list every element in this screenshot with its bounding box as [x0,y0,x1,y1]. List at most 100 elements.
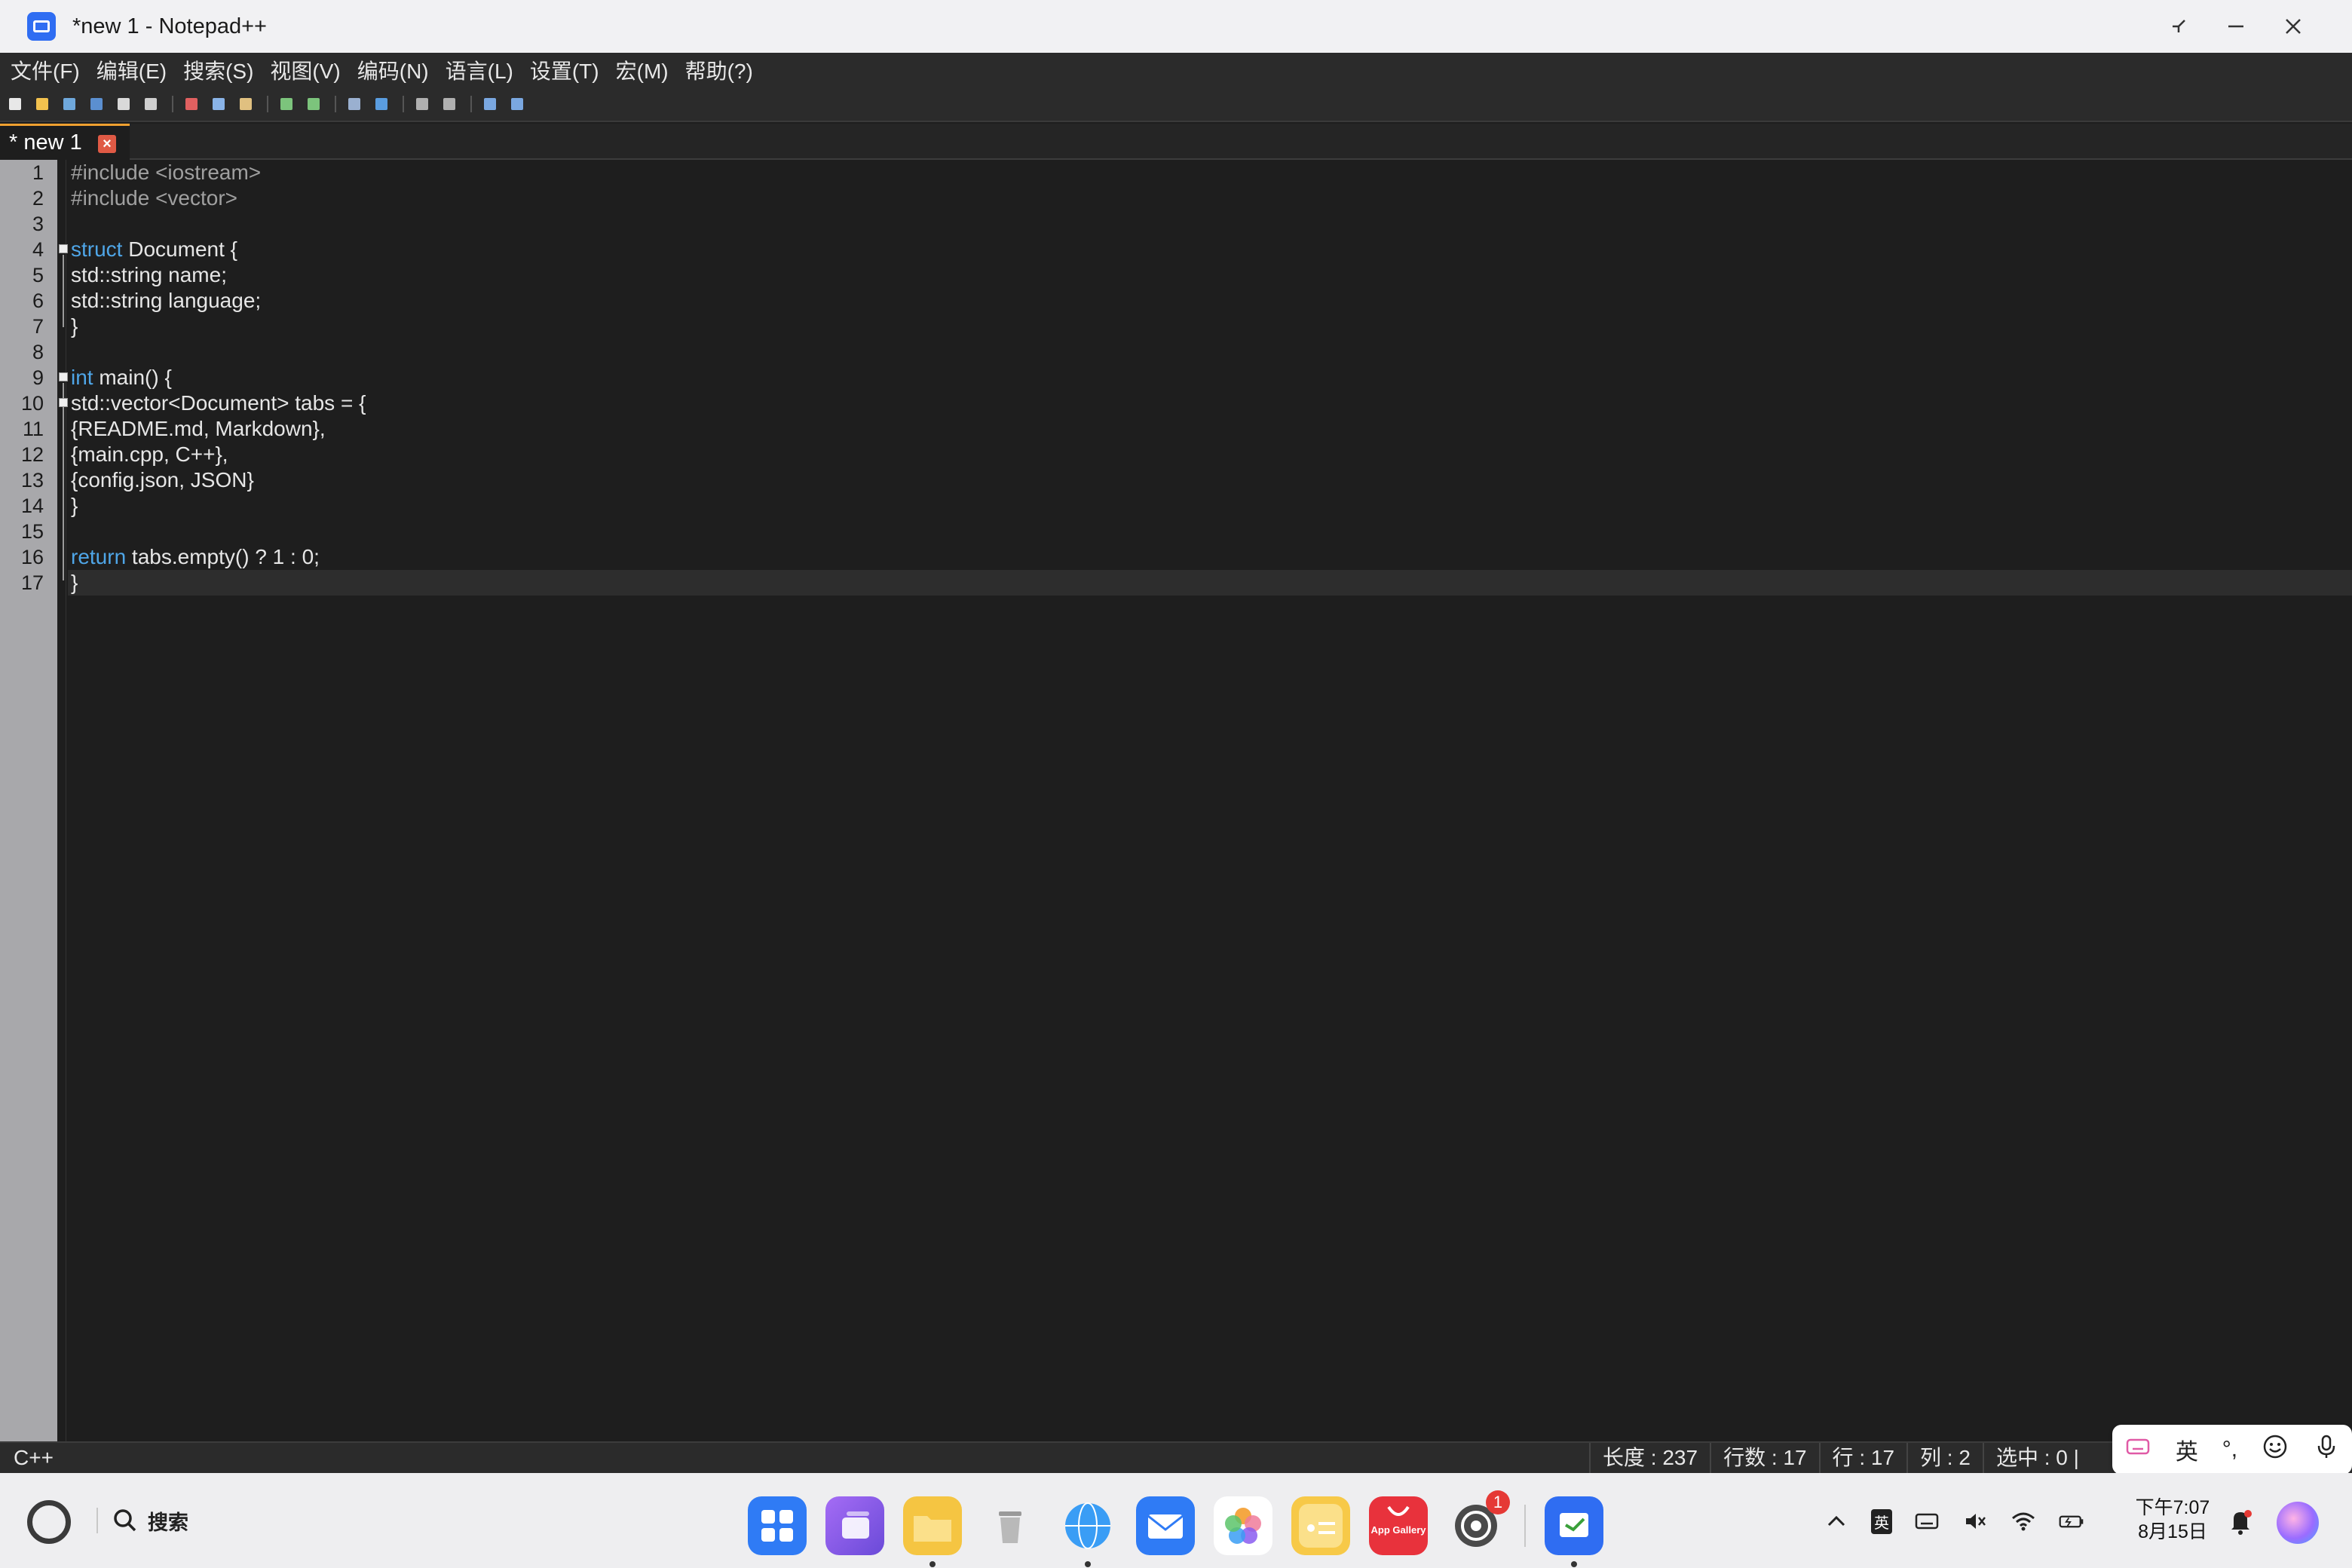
restore-button[interactable] [2150,0,2207,53]
wrap-icon[interactable] [484,98,496,110]
code-line: 2 #include <vector> [0,185,2352,211]
code-editor[interactable]: 1 #include <iostream> 2 #include <vector… [0,160,2352,1441]
code-line: 10 std::vector<Document> tabs = { [0,390,2352,416]
save-icon[interactable] [63,98,75,110]
copy-icon[interactable] [213,98,225,110]
keyboard-icon[interactable] [1913,1508,1940,1535]
fold-toggle[interactable] [59,372,68,381]
menu-settings[interactable]: 设置(T) [530,55,599,85]
notepadpp-app-icon [27,12,56,41]
status-selection: 选中 : 0 | [1982,1443,2091,1473]
show-all-chars-icon[interactable] [511,98,523,110]
save-all-icon[interactable] [90,98,103,110]
start-button[interactable] [27,1500,71,1544]
menu-encoding[interactable]: 编码(N) [357,55,429,85]
menu-file[interactable]: 文件(F) [11,55,80,85]
menu-search[interactable]: 搜索(S) [183,55,253,85]
status-col: 列 : 2 [1906,1443,1983,1473]
app-gallery-icon[interactable]: App Gallery [1369,1496,1428,1555]
menu-macro[interactable]: 宏(M) [616,55,669,85]
redo-icon[interactable] [308,98,320,110]
zoom-in-icon[interactable] [416,98,428,110]
trash-app-icon[interactable] [981,1496,1040,1555]
toolbar-separator [172,96,173,112]
keyword-return: return [71,545,127,568]
app-gallery-label: App Gallery [1370,1524,1426,1536]
status-length: 长度 : 237 [1589,1443,1710,1473]
taskbar: 搜索 App Gallery 1 英 下午7:07 8月15日 [0,1473,2352,1568]
keyboard-icon[interactable] [2124,1433,2151,1466]
tab-new-1[interactable]: * new 1 × [0,124,130,160]
files-app-icon[interactable] [903,1496,962,1567]
taskbar-clock[interactable]: 下午7:07 8月15日 [2130,1496,2215,1544]
paste-icon[interactable] [240,98,252,110]
settings-app-icon[interactable]: 1 [1447,1490,1510,1555]
chevron-up-icon[interactable] [1823,1508,1850,1535]
multitask-app-icon[interactable] [825,1496,884,1555]
line-number: 11 [22,418,44,440]
tab-close-icon[interactable]: × [98,135,116,153]
code-text: } [71,314,78,338]
new-file-icon[interactable] [9,98,21,110]
line-number: 12 [20,443,44,466]
microphone-icon[interactable] [2313,1433,2340,1466]
line-number: 6 [32,289,44,312]
clock-time: 下午7:07 [2135,1497,2210,1518]
line-number: 1 [32,161,44,184]
notification-badge: 1 [1486,1490,1510,1514]
line-number: 9 [32,366,44,389]
toolbar-separator [335,96,336,112]
taskbar-search[interactable]: 搜索 [96,1503,188,1538]
status-lines: 行数 : 17 [1710,1443,1818,1473]
code-text: std::string name; [71,263,227,286]
line-number: 2 [32,187,44,210]
assistant-icon[interactable] [2277,1502,2319,1544]
search-label: 搜索 [148,1511,188,1534]
menu-view[interactable]: 视图(V) [270,55,340,85]
undo-icon[interactable] [280,98,292,110]
toolbar-separator [403,96,404,112]
fold-toggle[interactable] [59,398,68,407]
window-title: *new 1 - Notepad++ [72,14,267,38]
code-line: 8 [0,339,2352,365]
fold-toggle[interactable] [59,244,68,253]
close-all-icon[interactable] [145,98,157,110]
punctuation-icon[interactable]: °, [2222,1437,2237,1462]
cut-icon[interactable] [185,98,198,110]
code-text: {README.md, Markdown}, [71,417,326,440]
code-text: std::string language; [71,289,262,312]
ime-toolbar: 英 °, [2112,1425,2352,1475]
line-number: 8 [32,341,44,363]
line-number: 10 [20,392,44,415]
replace-icon[interactable] [375,98,387,110]
browser-app-icon[interactable] [1058,1496,1117,1567]
toolbar-separator [267,96,268,112]
volume-mute-icon[interactable] [1962,1508,1989,1535]
code-text: #include <vector> [71,186,238,210]
notification-bell-icon[interactable] [2227,1506,2254,1540]
close-button[interactable] [2265,0,2322,53]
launcher-app-icon[interactable] [748,1496,807,1555]
menu-edit[interactable]: 编辑(E) [96,55,167,85]
ime-mode-label[interactable]: 英 [2176,1433,2198,1466]
wifi-icon[interactable] [2010,1508,2037,1535]
zoom-out-icon[interactable] [443,98,455,110]
status-info: 长度 : 237 行数 : 17 行 : 17 列 : 2 选中 : 0 | [1589,1443,2091,1473]
notepadpp-app-icon[interactable] [1545,1496,1603,1567]
menu-bar: 文件(F) 编辑(E) 搜索(S) 视图(V) 编码(N) 语言(L) 设置(T… [0,53,2352,87]
mail-app-icon[interactable] [1136,1496,1195,1555]
line-number: 4 [32,238,44,261]
ime-icon[interactable]: 英 [1871,1508,1892,1534]
code-line: 11 {README.md, Markdown}, [0,416,2352,442]
photos-app-icon[interactable] [1214,1496,1272,1555]
line-number: 7 [32,315,44,338]
menu-help[interactable]: 帮助(?) [685,55,753,85]
minimize-button[interactable] [2207,0,2265,53]
find-icon[interactable] [348,98,360,110]
open-file-icon[interactable] [36,98,48,110]
emoji-icon[interactable] [2262,1433,2289,1466]
menu-language[interactable]: 语言(L) [446,55,513,85]
battery-icon[interactable] [2058,1508,2085,1535]
close-icon[interactable] [118,98,130,110]
notes-app-icon[interactable] [1291,1496,1350,1555]
